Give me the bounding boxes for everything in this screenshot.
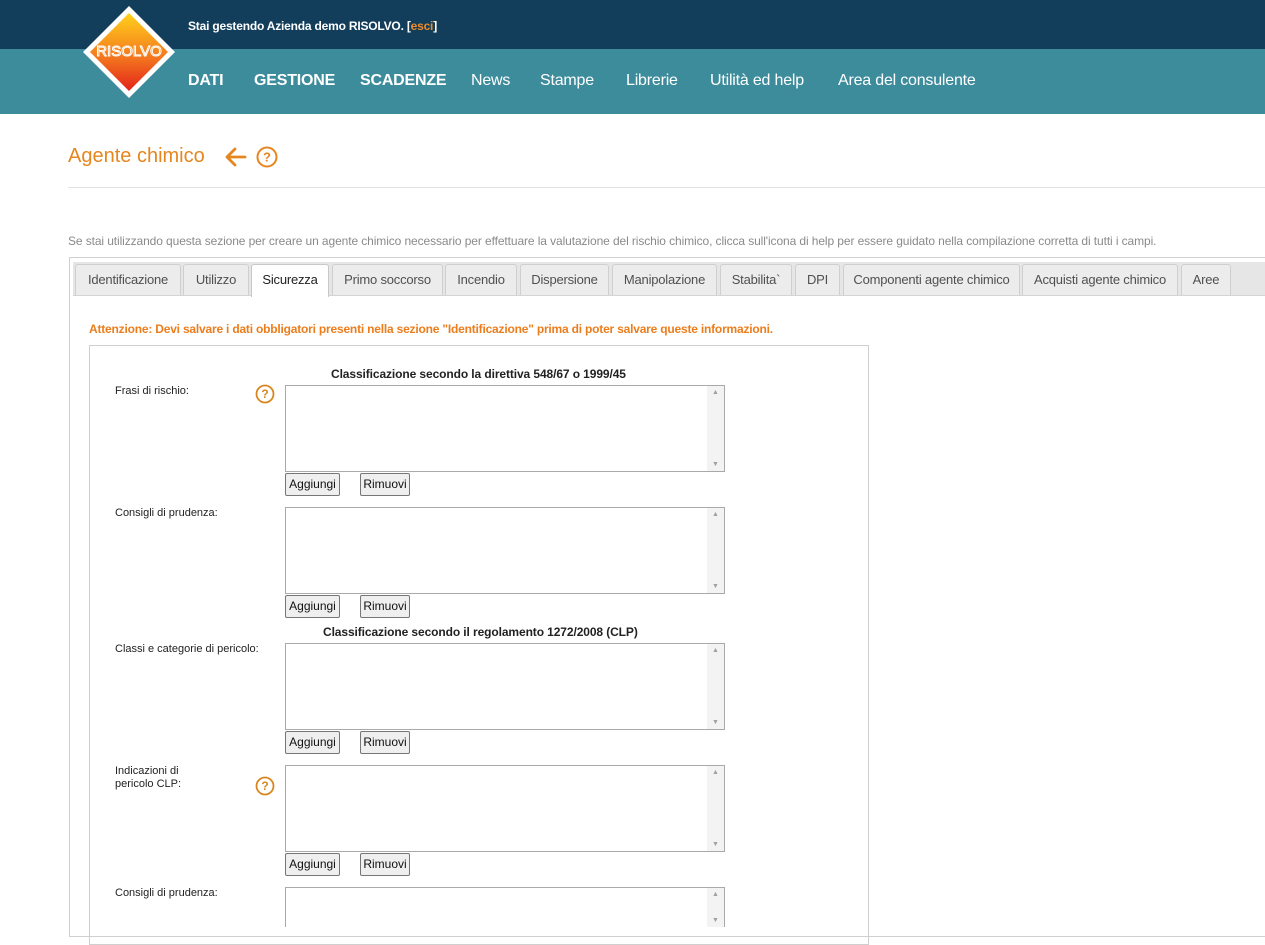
tab-acquisti-agente-chimico[interactable]: Acquisti agente chimico <box>1022 264 1178 295</box>
help-icon[interactable]: ? <box>255 776 275 796</box>
tab-incendio[interactable]: Incendio <box>445 264 517 295</box>
scrollbar[interactable] <box>707 888 724 927</box>
section-title-clp: Classificazione secondo il regolamento 1… <box>323 625 638 639</box>
label-consigli-prudenza: Consigli di prudenza: <box>115 507 218 519</box>
managing-prefix: Stai gestendo Azienda demo RISOLVO. [ <box>188 19 411 33</box>
tab-identificazione[interactable]: Identificazione <box>75 264 181 295</box>
logo-icon[interactable]: RISOLVO <box>81 4 177 100</box>
help-icon[interactable]: ? <box>255 384 275 404</box>
label-consigli-prudenza-clp: Consigli di prudenza: <box>115 887 218 899</box>
title-divider <box>68 187 1265 188</box>
tab-stabilita[interactable]: Stabilita` <box>720 264 792 295</box>
tab-sicurezza[interactable]: Sicurezza <box>251 264 329 297</box>
intro-text: Se stai utilizzando questa sezione per c… <box>68 234 1157 248</box>
tab-dispersione[interactable]: Dispersione <box>520 264 609 295</box>
nav-scadenze[interactable]: SCADENZE <box>360 72 447 90</box>
scrollbar[interactable] <box>707 508 724 593</box>
nav-gestione[interactable]: GESTIONE <box>254 72 335 90</box>
frasi-rischio-list[interactable] <box>285 385 725 472</box>
logo-text: RISOLVO <box>96 43 162 60</box>
classi-categorie-list[interactable] <box>285 643 725 730</box>
nav-librerie[interactable]: Librerie <box>626 72 678 90</box>
tab-utilizzo[interactable]: Utilizzo <box>183 264 249 295</box>
svg-text:?: ? <box>261 779 268 793</box>
frasi-rischio-add-button[interactable]: Aggiungi <box>285 473 340 496</box>
consigli-prudenza-list[interactable] <box>285 507 725 594</box>
back-arrow-icon[interactable] <box>224 145 248 169</box>
nav-dati[interactable]: DATI <box>188 72 224 90</box>
nav-utilita-help[interactable]: Utilità ed help <box>710 72 804 90</box>
scrollbar[interactable] <box>707 644 724 729</box>
classi-categorie-remove-button[interactable]: Rimuovi <box>360 731 410 754</box>
managing-suffix: ] <box>433 19 437 33</box>
help-icon[interactable]: ? <box>256 146 278 168</box>
section-title-directive: Classificazione secondo la direttiva 548… <box>331 367 626 381</box>
svg-text:?: ? <box>263 150 271 165</box>
label-indicazioni-line2: pericolo CLP: <box>115 778 182 790</box>
nav-news[interactable]: News <box>471 72 510 90</box>
scrollbar[interactable] <box>707 766 724 851</box>
exit-link[interactable]: esci <box>411 19 434 33</box>
scrollbar[interactable] <box>707 386 724 471</box>
tab-manipolazione[interactable]: Manipolazione <box>612 264 717 295</box>
indicazioni-pericolo-remove-button[interactable]: Rimuovi <box>360 853 410 876</box>
indicazioni-pericolo-add-button[interactable]: Aggiungi <box>285 853 340 876</box>
label-indicazioni-pericolo: Indicazioni di pericolo CLP: <box>115 765 181 791</box>
tab-componenti-agente-chimico[interactable]: Componenti agente chimico <box>843 264 1020 295</box>
nav-stampe[interactable]: Stampe <box>540 72 594 90</box>
consigli-prudenza-add-button[interactable]: Aggiungi <box>285 595 340 618</box>
managing-company-text: Stai gestendo Azienda demo RISOLVO. [esc… <box>188 19 437 33</box>
consigli-prudenza-clp-list[interactable] <box>285 887 725 927</box>
label-indicazioni-line1: Indicazioni di <box>115 765 179 777</box>
tab-primo-soccorso[interactable]: Primo soccorso <box>332 264 443 295</box>
tab-dpi[interactable]: DPI <box>795 264 840 295</box>
label-frasi-rischio: Frasi di rischio: <box>115 385 189 397</box>
save-warning: Attenzione: Devi salvare i dati obbligat… <box>89 322 773 336</box>
page-title: Agente chimico <box>68 145 205 167</box>
tab-aree[interactable]: Aree <box>1181 264 1231 295</box>
indicazioni-pericolo-list[interactable] <box>285 765 725 852</box>
nav-area-consulente[interactable]: Area del consulente <box>838 72 976 90</box>
svg-text:?: ? <box>261 387 268 401</box>
frasi-rischio-remove-button[interactable]: Rimuovi <box>360 473 410 496</box>
consigli-prudenza-remove-button[interactable]: Rimuovi <box>360 595 410 618</box>
label-classi-categorie: Classi e categorie di pericolo: <box>115 643 259 655</box>
classi-categorie-add-button[interactable]: Aggiungi <box>285 731 340 754</box>
